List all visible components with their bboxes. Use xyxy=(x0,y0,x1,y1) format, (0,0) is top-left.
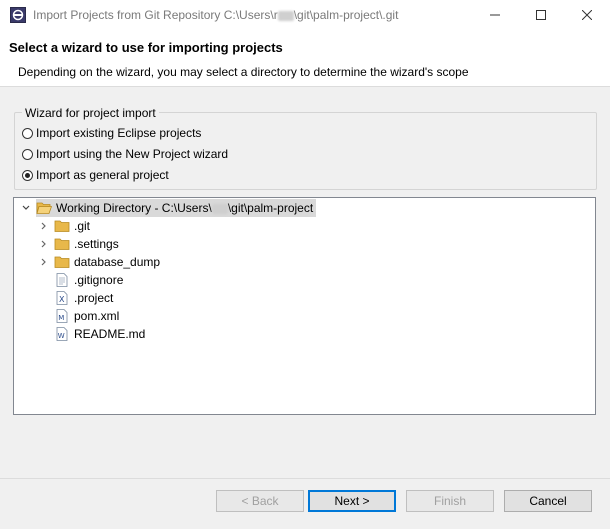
tree-item-database-dump[interactable]: database_dump xyxy=(38,253,160,271)
svg-text:W: W xyxy=(58,332,65,340)
close-icon xyxy=(582,10,592,20)
finish-button[interactable]: Finish xyxy=(406,490,494,512)
cancel-button[interactable]: Cancel xyxy=(504,490,592,512)
expand-chevron-icon[interactable] xyxy=(38,222,50,230)
wizard-header: Select a wizard to use for importing pro… xyxy=(0,30,610,87)
radio-general-project[interactable]: Import as general project xyxy=(22,168,169,182)
minimize-button[interactable] xyxy=(472,0,518,30)
footer-separator xyxy=(0,478,610,479)
tree-item-project[interactable]: X .project xyxy=(54,289,113,307)
radio-import-existing[interactable]: Import existing Eclipse projects xyxy=(22,126,201,140)
back-button[interactable]: < Back xyxy=(216,490,304,512)
radio-new-project-wizard[interactable]: Import using the New Project wizard xyxy=(22,147,228,161)
group-legend: Wizard for project import xyxy=(22,106,159,120)
redacted-username xyxy=(211,203,228,214)
markdown-file-icon: W xyxy=(54,326,70,342)
minimize-icon xyxy=(490,14,500,16)
directory-tree[interactable]: Working Directory - C:\Users\ \git\palm-p… xyxy=(13,197,596,415)
tree-item-git[interactable]: .git xyxy=(38,217,90,235)
radio-button-selected[interactable] xyxy=(22,169,33,181)
next-button[interactable]: Next > xyxy=(308,490,396,512)
tree-item-label: README.md xyxy=(74,327,146,341)
tree-item-gitignore[interactable]: .gitignore xyxy=(54,271,123,289)
text-file-icon xyxy=(54,272,70,288)
tree-root-working-directory[interactable]: Working Directory - C:\Users\ \git\palm-p… xyxy=(20,199,317,217)
radio-button[interactable] xyxy=(22,148,33,160)
maximize-icon xyxy=(536,10,546,20)
tree-item-pom-xml[interactable]: M pom.xml xyxy=(54,307,119,325)
tree-item-readme[interactable]: W README.md xyxy=(54,325,145,343)
maximize-button[interactable] xyxy=(518,0,564,30)
import-wizard-window: Import Projects from Git Repository C:\U… xyxy=(0,0,610,529)
tree-item-label: pom.xml xyxy=(74,309,120,323)
expand-chevron-icon[interactable] xyxy=(38,240,50,248)
collapse-chevron-icon[interactable] xyxy=(20,204,32,212)
radio-button[interactable] xyxy=(22,127,33,139)
open-folder-icon xyxy=(36,200,52,216)
tree-item-label: .git xyxy=(74,219,91,233)
xml-file-icon: X xyxy=(54,290,70,306)
tree-item-label: .settings xyxy=(74,237,119,251)
close-button[interactable] xyxy=(564,0,610,30)
folder-icon xyxy=(54,254,70,270)
tree-root-selection: Working Directory - C:\Users\ \git\palm-p… xyxy=(36,199,317,217)
eclipse-app-icon xyxy=(10,7,26,23)
tree-item-label: database_dump xyxy=(74,255,161,269)
maven-file-icon: M xyxy=(54,308,70,324)
folder-icon xyxy=(54,218,70,234)
svg-text:X: X xyxy=(59,295,65,304)
radio-label: Import using the New Project wizard xyxy=(36,147,229,161)
window-title: Import Projects from Git Repository C:\U… xyxy=(33,8,399,22)
redacted-username xyxy=(277,10,294,21)
folder-icon xyxy=(54,236,70,252)
tree-root-label: Working Directory - C:\Users\ \git\palm-p… xyxy=(56,201,314,215)
svg-text:M: M xyxy=(58,314,64,322)
expand-chevron-icon[interactable] xyxy=(38,258,50,266)
tree-item-label: .gitignore xyxy=(74,273,124,287)
radio-label: Import existing Eclipse projects xyxy=(36,126,202,140)
title-bar: Import Projects from Git Repository C:\U… xyxy=(0,0,610,30)
wizard-description: Depending on the wizard, you may select … xyxy=(18,65,469,79)
wizard-title: Select a wizard to use for importing pro… xyxy=(9,40,283,55)
radio-label: Import as general project xyxy=(36,168,169,182)
tree-item-settings[interactable]: .settings xyxy=(38,235,119,253)
tree-item-label: .project xyxy=(74,291,114,305)
